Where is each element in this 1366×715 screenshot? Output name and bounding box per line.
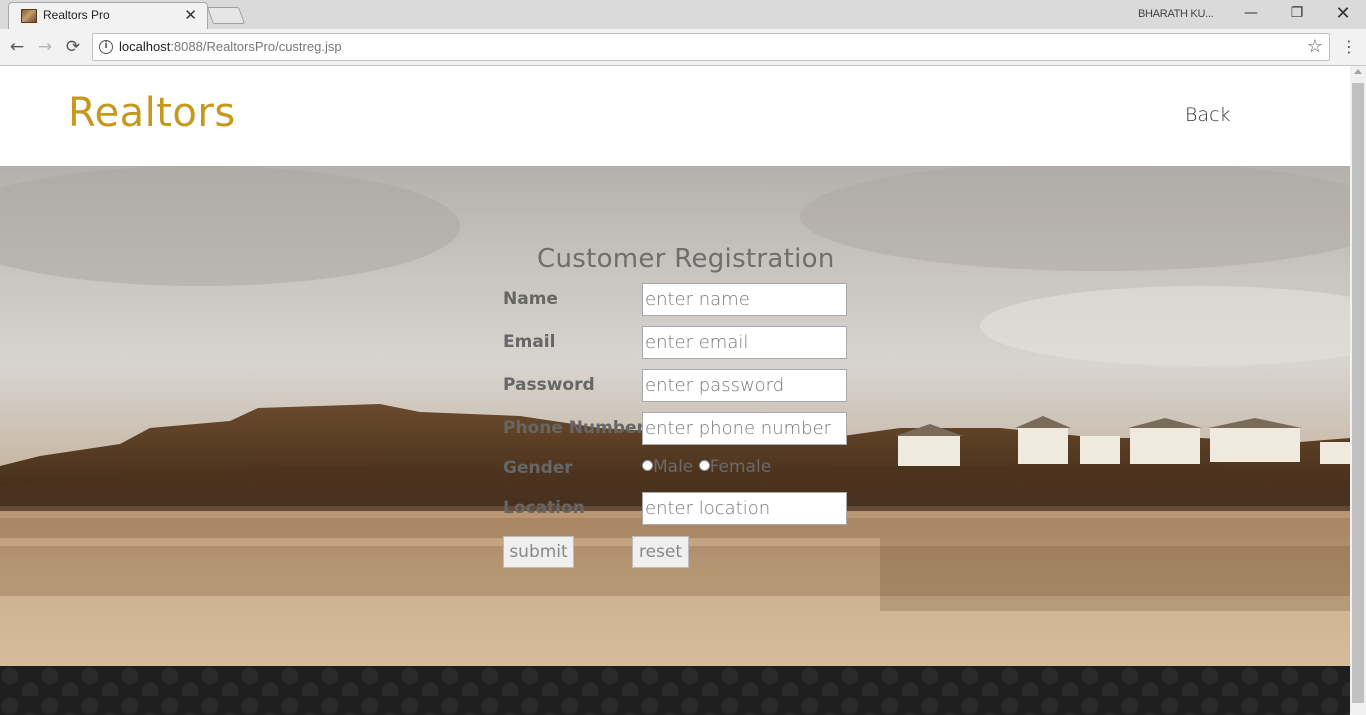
scrollbar-thumb[interactable]: [1352, 83, 1364, 703]
site-header: Realtors Back: [0, 66, 1350, 166]
tab-title: Realtors Pro: [43, 8, 110, 22]
url-host: localhost: [119, 39, 171, 54]
phone-label: Phone Number: [503, 418, 645, 438]
form-title: Customer Registration: [537, 244, 835, 274]
tab-strip: Realtors Pro ✕ BHARATH KU... — ❐ ✕: [0, 0, 1366, 29]
gender-radio-group: Male Female: [642, 457, 771, 477]
name-input[interactable]: [642, 283, 847, 316]
male-label[interactable]: Male: [653, 457, 693, 477]
star-icon[interactable]: ☆: [1307, 36, 1323, 57]
email-label: Email: [503, 332, 556, 352]
reload-icon[interactable]: ⟳: [61, 35, 85, 59]
phone-input[interactable]: [642, 412, 847, 445]
address-bar[interactable]: i localhost:8088/RealtorsPro/custreg.jsp…: [92, 33, 1330, 61]
page-viewport: Realtors Back Customer Registration Name…: [0, 66, 1350, 715]
favicon-icon: [21, 9, 37, 23]
url-text[interactable]: localhost:8088/RealtorsPro/custreg.jsp: [119, 39, 342, 54]
email-input[interactable]: [642, 326, 847, 359]
back-link[interactable]: Back: [1185, 104, 1231, 126]
forward-arrow-icon[interactable]: →: [33, 35, 57, 59]
info-icon[interactable]: i: [99, 40, 113, 54]
url-path: :8088/RealtorsPro/custreg.jsp: [170, 39, 342, 54]
back-arrow-icon[interactable]: ←: [5, 35, 29, 59]
restore-button[interactable]: ❐: [1274, 0, 1320, 29]
window-close-button[interactable]: ✕: [1320, 0, 1366, 29]
location-label: Location: [503, 498, 585, 518]
brand-logo[interactable]: Realtors: [68, 90, 236, 136]
scroll-up-icon[interactable]: [1354, 69, 1362, 74]
page-scrollbar[interactable]: [1350, 66, 1366, 715]
password-input[interactable]: [642, 369, 847, 402]
female-radio[interactable]: [698, 460, 710, 471]
password-label: Password: [503, 375, 595, 395]
female-label[interactable]: Female: [710, 457, 771, 477]
site-footer: [0, 666, 1350, 715]
reset-button[interactable]: reset: [632, 536, 689, 568]
menu-icon[interactable]: ⋮: [1340, 36, 1358, 58]
tab-close-icon[interactable]: ✕: [184, 6, 197, 24]
submit-button[interactable]: submit: [503, 536, 574, 568]
browser-tab[interactable]: Realtors Pro ✕: [8, 2, 208, 29]
name-label: Name: [503, 289, 558, 309]
browser-toolbar: ← → ⟳ i localhost:8088/RealtorsPro/custr…: [0, 29, 1366, 66]
location-input[interactable]: [642, 492, 847, 525]
gender-label: Gender: [503, 458, 573, 478]
male-radio[interactable]: [642, 460, 653, 471]
minimize-button[interactable]: —: [1228, 0, 1274, 29]
new-tab-button[interactable]: [206, 7, 246, 24]
profile-name[interactable]: BHARATH KU...: [1138, 8, 1214, 20]
